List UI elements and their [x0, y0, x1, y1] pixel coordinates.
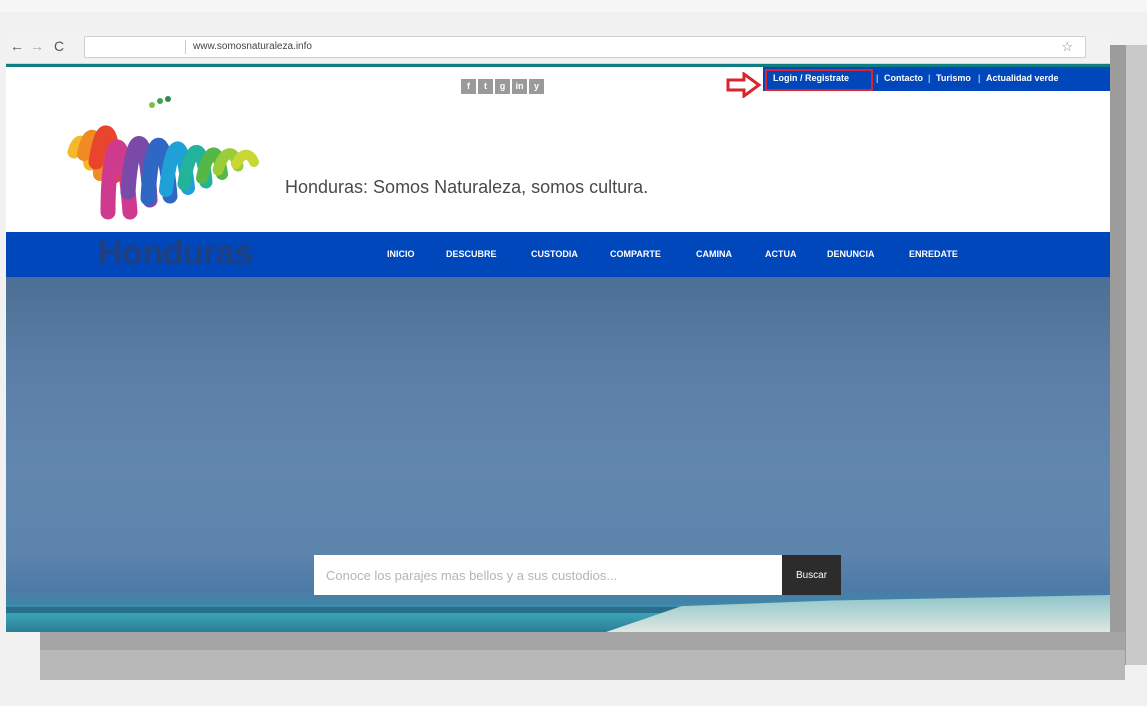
honduras-logo-graphic[interactable]	[56, 92, 266, 237]
logo-text[interactable]: Honduras	[98, 233, 253, 273]
google-plus-icon[interactable]: g	[495, 79, 510, 94]
browser-toolbar: ← → C www.somosnaturaleza.info ☆	[6, 30, 1110, 64]
main-nav: Honduras INICIO DESCUBRE CUSTODIA COMPAR…	[6, 232, 1110, 277]
facebook-icon[interactable]: f	[461, 79, 476, 94]
web-page: f t g in y Login / Registrate | Contacto…	[6, 64, 1110, 632]
linkedin-icon[interactable]: in	[512, 79, 527, 94]
nav-separator: |	[876, 73, 879, 83]
search-input[interactable]	[314, 555, 782, 595]
nav-item-inicio[interactable]: INICIO	[387, 248, 415, 260]
social-icons: f t g in y	[461, 79, 544, 94]
login-register-link[interactable]: Login / Registrate	[773, 72, 849, 84]
nav-item-actua[interactable]: ACTUA	[765, 248, 797, 260]
nav-item-camina[interactable]: CAMINA	[696, 248, 732, 260]
window-shadow-bottom-light	[40, 650, 1125, 680]
nav-separator: |	[978, 73, 981, 83]
actualidad-verde-link[interactable]: Actualidad verde	[986, 72, 1059, 84]
search-button[interactable]: Buscar	[782, 555, 841, 595]
back-arrow-icon[interactable]: ←	[8, 37, 26, 55]
turismo-link[interactable]: Turismo	[936, 72, 971, 84]
reload-icon[interactable]: C	[50, 37, 68, 55]
site-tagline: Honduras: Somos Naturaleza, somos cultur…	[285, 177, 649, 197]
top-nav: Login / Registrate | Contacto | Turismo …	[763, 67, 1110, 91]
nav-item-custodia[interactable]: CUSTODIA	[531, 248, 578, 260]
twitter-icon[interactable]: t	[478, 79, 493, 94]
bookmark-star-icon[interactable]: ☆	[1061, 38, 1073, 56]
nav-item-enredate[interactable]: ENREDATE	[909, 248, 958, 260]
window-shadow-right-edge	[1126, 45, 1147, 665]
nav-item-denuncia[interactable]: DENUNCIA	[827, 248, 875, 260]
nav-separator: |	[928, 73, 931, 83]
browser-window: ← → C www.somosnaturaleza.info ☆ f t g i…	[6, 30, 1110, 632]
address-bar[interactable]: www.somosnaturaleza.info ☆	[84, 36, 1086, 58]
forward-arrow-icon[interactable]: →	[28, 37, 46, 55]
red-arrow-icon	[726, 72, 762, 98]
nav-item-descubre[interactable]: DESCUBRE	[446, 248, 497, 260]
hero-beach	[606, 595, 1110, 632]
youtube-icon[interactable]: y	[529, 79, 544, 94]
site-header: f t g in y Login / Registrate | Contacto…	[6, 67, 1110, 232]
nav-item-comparte[interactable]: COMPARTE	[610, 248, 661, 260]
contacto-link[interactable]: Contacto	[884, 72, 923, 84]
address-bar-divider	[185, 40, 186, 54]
backdrop-top	[0, 0, 1147, 12]
url-text[interactable]: www.somosnaturaleza.info	[193, 39, 312, 55]
